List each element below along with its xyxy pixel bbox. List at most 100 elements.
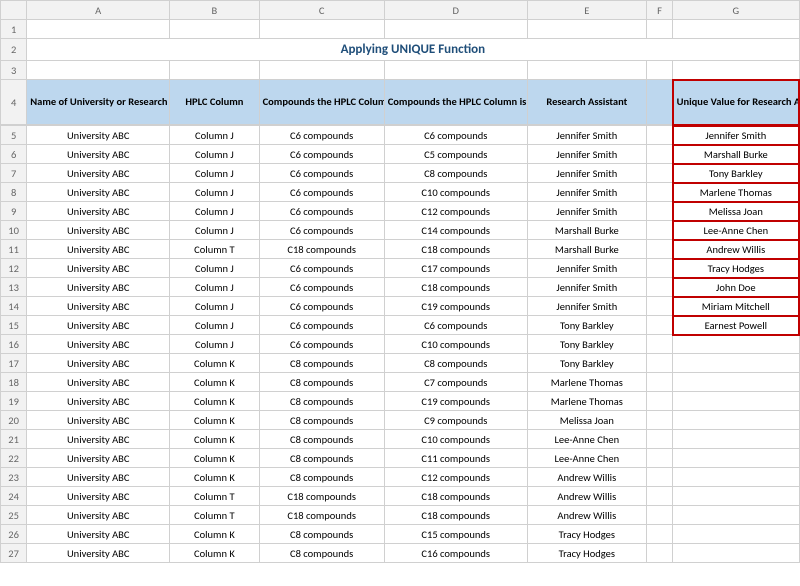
- cell-d-4: C6 compounds: [259, 202, 384, 221]
- header-hplc: HPLC Column: [170, 80, 259, 125]
- table-row: 14University ABCColumn JC6 compoundsC19 …: [1, 297, 800, 316]
- cell-e-1: C5 compounds: [384, 145, 527, 164]
- rownum-3: 3: [1, 61, 27, 80]
- cell-g-4: [646, 202, 672, 221]
- col-label-a: A: [27, 1, 170, 20]
- cell-h-6: Andrew Willis: [673, 240, 799, 259]
- cell-f-9: Jennifer Smith: [527, 297, 646, 316]
- cell-f-10: Tony Barkley: [527, 316, 646, 335]
- rownum-25: 25: [1, 506, 27, 525]
- rownum-24: 24: [1, 487, 27, 506]
- cell-c-19: Column T: [170, 487, 259, 506]
- cell-e-21: C15 compounds: [384, 525, 527, 544]
- cell-f-7: Jennifer Smith: [527, 259, 646, 278]
- cell-g-8: [646, 278, 672, 297]
- rownum-16: 16: [1, 335, 27, 354]
- cell-c-16: Column K: [170, 430, 259, 449]
- cell-b-1: University ABC: [27, 145, 170, 164]
- cell-f-12: Tony Barkley: [527, 354, 646, 373]
- cell-h-21: [673, 525, 799, 544]
- cell-b-16: University ABC: [27, 430, 170, 449]
- cell-f-11: Tony Barkley: [527, 335, 646, 354]
- cell-b-18: University ABC: [27, 468, 170, 487]
- sheet-title: Applying UNIQUE Function: [27, 39, 799, 61]
- cell-g-6: [646, 240, 672, 259]
- cell-g-20: [646, 506, 672, 525]
- table-row: 20University ABCColumn KC8 compoundsC9 c…: [1, 411, 800, 430]
- cell-e-13: C7 compounds: [384, 373, 527, 392]
- cell-f-14: Marlene Thomas: [527, 392, 646, 411]
- rownum-6: 6: [1, 145, 27, 164]
- cell-c-14: Column K: [170, 392, 259, 411]
- table-row: 6University ABCColumn JC6 compoundsC5 co…: [1, 145, 800, 164]
- header-research: Research Assistant: [527, 80, 646, 125]
- cell-d-10: C6 compounds: [259, 316, 384, 335]
- cell-e-8: C18 compounds: [384, 278, 527, 297]
- cell-c-12: Column K: [170, 354, 259, 373]
- table-row: 27University ABCColumn KC8 compoundsC16 …: [1, 544, 800, 563]
- table-row: 10University ABCColumn JC6 compoundsC14 …: [1, 221, 800, 240]
- table-row: 23University ABCColumn KC8 compoundsC12 …: [1, 468, 800, 487]
- cell-b-10: University ABC: [27, 316, 170, 335]
- cell-d-22: C8 compounds: [259, 544, 384, 563]
- cell-g-9: [646, 297, 672, 316]
- cell-e-2: C8 compounds: [384, 164, 527, 183]
- cell-h-20: [673, 506, 799, 525]
- cell-d-12: C8 compounds: [259, 354, 384, 373]
- cell-b-21: University ABC: [27, 525, 170, 544]
- cell-f-21: Tracy Hodges: [527, 525, 646, 544]
- col-label-g: G: [673, 1, 799, 20]
- rownum-13: 13: [1, 278, 27, 297]
- col-label-f: F: [646, 1, 672, 20]
- rownum-17: 17: [1, 354, 27, 373]
- rownum-1: 1: [1, 20, 27, 39]
- row-3: 3: [1, 61, 800, 80]
- cell-e-7: C17 compounds: [384, 259, 527, 278]
- col-label-c: C: [259, 1, 384, 20]
- cell-h-12: [673, 354, 799, 373]
- cell-h-4: Melissa Joan: [673, 202, 799, 221]
- table-row: 19University ABCColumn KC8 compoundsC19 …: [1, 392, 800, 411]
- cell-g-22: [646, 544, 672, 563]
- table-row: 8University ABCColumn JC6 compoundsC10 c…: [1, 183, 800, 202]
- cell-b-7: University ABC: [27, 259, 170, 278]
- cell-d-11: C6 compounds: [259, 335, 384, 354]
- cell-g-10: [646, 316, 672, 335]
- table-row: 16University ABCColumn JC6 compoundsC10 …: [1, 335, 800, 354]
- cell-c-17: Column K: [170, 449, 259, 468]
- cell-b-20: University ABC: [27, 506, 170, 525]
- table-row: 26University ABCColumn KC8 compoundsC15 …: [1, 525, 800, 544]
- cell-c-15: Column K: [170, 411, 259, 430]
- rownum-4: 4: [1, 80, 27, 125]
- cell-e-16: C10 compounds: [384, 430, 527, 449]
- cell-b-15: University ABC: [27, 411, 170, 430]
- cell-h-9: Miriam Mitchell: [673, 297, 799, 316]
- cell-b-0: University ABC: [27, 126, 170, 145]
- cell-g-14: [646, 392, 672, 411]
- rownum-19: 19: [1, 392, 27, 411]
- rownum-5: 5: [1, 126, 27, 145]
- cell-g-15: [646, 411, 672, 430]
- cell-d-15: C8 compounds: [259, 411, 384, 430]
- cell-b-9: University ABC: [27, 297, 170, 316]
- cell-c-5: Column J: [170, 221, 259, 240]
- header-detect-supplier: Compounds the HPLC Column can Detect (Su…: [259, 80, 384, 125]
- rownum-12: 12: [1, 259, 27, 278]
- cell-c-18: Column K: [170, 468, 259, 487]
- cell-e-18: C12 compounds: [384, 468, 527, 487]
- cell-b-19: University ABC: [27, 487, 170, 506]
- cell-d-1: C6 compounds: [259, 145, 384, 164]
- cell-d-3: C6 compounds: [259, 183, 384, 202]
- cell-g-3: [646, 183, 672, 202]
- cell-d-8: C6 compounds: [259, 278, 384, 297]
- cell-c-22: Column K: [170, 544, 259, 563]
- cell-h-22: [673, 544, 799, 563]
- header-row: 4 Name of University or Research Institu…: [1, 80, 800, 125]
- cell-g-21: [646, 525, 672, 544]
- cell-g-7: [646, 259, 672, 278]
- cell-e-3: C10 compounds: [384, 183, 527, 202]
- cell-h-14: [673, 392, 799, 411]
- cell-g-17: [646, 449, 672, 468]
- cell-d-16: C8 compounds: [259, 430, 384, 449]
- data-table: 5University ABCColumn JC6 compoundsC6 co…: [0, 125, 800, 564]
